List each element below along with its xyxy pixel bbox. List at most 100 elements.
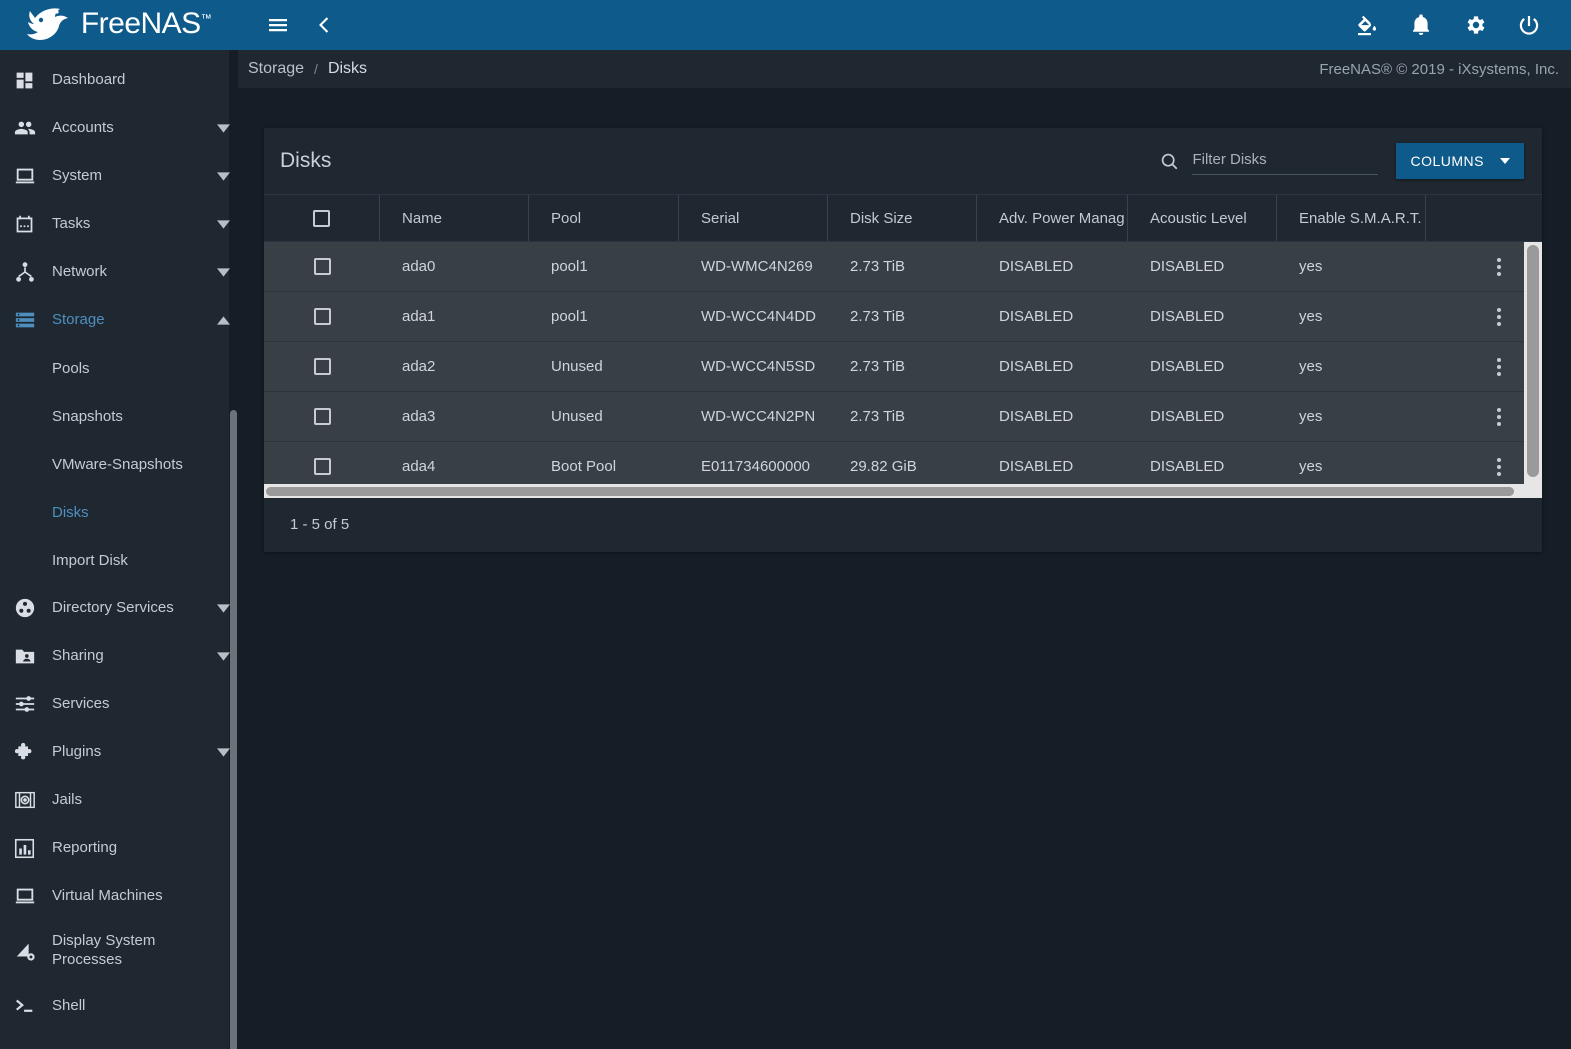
table-vertical-scrollbar-track[interactable] [1524, 242, 1542, 498]
table-row[interactable]: ada0 pool1 WD-WMC4N269 2.73 TiB DISABLED… [264, 242, 1542, 292]
sidebar-subitem-import-disk[interactable]: Import Disk [0, 536, 238, 584]
directory-services-icon [14, 597, 52, 619]
column-header-adv-power-management[interactable]: Adv. Power Manag [977, 195, 1128, 241]
sidebar-item-directory-services[interactable]: Directory Services [0, 584, 238, 632]
puzzle-icon [14, 741, 52, 763]
breadcrumb-item-storage[interactable]: Storage [248, 60, 304, 78]
trademark-symbol: ™ [200, 13, 212, 25]
sidebar-subitem-disks[interactable]: Disks [0, 488, 238, 536]
column-header-serial[interactable]: Serial [679, 195, 828, 241]
sharing-folder-icon [14, 645, 52, 667]
column-header-name[interactable]: Name [380, 195, 529, 241]
pagination-range: 1 - 5 of 5 [290, 515, 350, 533]
cell-serial: WD-WCC4N5SD [701, 358, 816, 375]
sidebar-item-jails[interactable]: Jails [0, 776, 238, 824]
table-horizontal-scrollbar-thumb[interactable] [266, 487, 1514, 496]
chevron-down-icon[interactable] [208, 123, 238, 133]
breadcrumb-item-disks[interactable]: Disks [328, 60, 367, 78]
sidebar-subitem-label: Snapshots [52, 407, 123, 425]
storage-stack-icon [14, 309, 52, 331]
terminal-prompt-icon [14, 995, 52, 1017]
table-vertical-scrollbar-thumb[interactable] [1527, 245, 1539, 477]
more-options-icon[interactable] [1497, 257, 1501, 276]
sidebar-item-plugins[interactable]: Plugins [0, 728, 238, 776]
column-header-enable-smart[interactable]: Enable S.M.A.R.T. [1277, 195, 1426, 241]
row-checkbox[interactable] [313, 258, 331, 275]
more-options-icon[interactable] [1497, 307, 1501, 326]
sidebar-nav: root Dashboard Accounts System [0, 50, 238, 1049]
chevron-down-icon[interactable] [208, 651, 238, 661]
sidebar-item-label: Display System Processes [52, 932, 156, 968]
chevron-down-icon[interactable] [208, 171, 238, 181]
row-checkbox[interactable] [313, 408, 331, 425]
network-tree-icon [14, 261, 52, 283]
chevron-down-icon[interactable] [208, 267, 238, 277]
sidebar-subitem-label: Import Disk [52, 551, 128, 569]
chevron-up-icon[interactable] [208, 315, 238, 325]
sidebar-item-display-system-processes[interactable]: Display System Processes [0, 920, 238, 982]
search-input[interactable] [1192, 147, 1379, 175]
cell-enable-smart: yes [1299, 308, 1323, 325]
sidebar-item-storage[interactable]: Storage [0, 296, 238, 344]
cell-name: ada2 [402, 358, 436, 375]
brand-logo-area[interactable]: FreeNAS™ [0, 0, 238, 50]
sidebar-item-sharing[interactable]: Sharing [0, 632, 238, 680]
sidebar-subitem-pools[interactable]: Pools [0, 344, 238, 392]
notifications-bell-icon[interactable] [1405, 9, 1437, 41]
more-options-icon[interactable] [1497, 407, 1501, 426]
row-select-cell [264, 392, 380, 441]
sidebar-subitem-vmware-snapshots[interactable]: VMware-Snapshots [0, 440, 238, 488]
search-icon[interactable] [1159, 151, 1180, 172]
sidebar-item-dashboard[interactable]: Dashboard [0, 56, 238, 104]
sidebar-item-virtual-machines[interactable]: Virtual Machines [0, 872, 238, 920]
disks-card: Disks COLUMNS Name Pool Se [264, 128, 1542, 552]
sidebar-subitem-snapshots[interactable]: Snapshots [0, 392, 238, 440]
cell-adv-power-management: DISABLED [999, 308, 1074, 325]
column-header-pool[interactable]: Pool [529, 195, 679, 241]
freenas-fish-logo-icon [26, 8, 68, 40]
more-options-icon[interactable] [1497, 457, 1501, 476]
filter-disks-group [1159, 147, 1379, 175]
column-header-disk-size[interactable]: Disk Size [828, 195, 977, 241]
cell-pool: pool1 [551, 308, 588, 325]
sidebar-item-network[interactable]: Network [0, 248, 238, 296]
row-select-cell [264, 342, 380, 391]
chevron-down-icon[interactable] [208, 747, 238, 757]
main-content: Disks COLUMNS Name Pool Se [238, 88, 1571, 1049]
theme-picker-icon[interactable] [1351, 9, 1383, 41]
breadcrumb: Storage / Disks [248, 60, 367, 78]
cell-pool: Unused [551, 408, 603, 425]
sidebar-item-system[interactable]: System [0, 152, 238, 200]
sidebar-item-accounts[interactable]: Accounts [0, 104, 238, 152]
select-all-checkbox[interactable] [313, 209, 330, 227]
table-row[interactable]: ada2 Unused WD-WCC4N5SD 2.73 TiB DISABLE… [264, 342, 1542, 392]
sidebar-item-label: Sharing [52, 647, 104, 665]
cell-acoustic-level: DISABLED [1150, 408, 1225, 425]
cell-acoustic-level: DISABLED [1150, 308, 1225, 325]
sidebar-item-tasks[interactable]: Tasks [0, 200, 238, 248]
more-options-icon[interactable] [1497, 357, 1501, 376]
row-checkbox[interactable] [313, 458, 331, 475]
copyright-text: FreeNAS® © 2019 - iXsystems, Inc. [1319, 60, 1559, 78]
settings-gear-icon[interactable] [1459, 9, 1491, 41]
chevron-down-icon[interactable] [208, 603, 238, 613]
sidebar-item-label: Services [52, 695, 110, 713]
sidebar-item-label: Directory Services [52, 599, 174, 617]
sidebar-item-reporting[interactable]: Reporting [0, 824, 238, 872]
row-checkbox[interactable] [313, 308, 331, 325]
hamburger-menu-icon[interactable] [262, 9, 294, 41]
table-row[interactable]: ada3 Unused WD-WCC4N2PN 2.73 TiB DISABLE… [264, 392, 1542, 442]
table-row[interactable]: ada1 pool1 WD-WCC4N4DD 2.73 TiB DISABLED… [264, 292, 1542, 342]
sidebar-item-services[interactable]: Services [0, 680, 238, 728]
column-header-acoustic-level[interactable]: Acoustic Level [1128, 195, 1277, 241]
columns-button[interactable]: COLUMNS [1396, 143, 1524, 179]
cell-adv-power-management: DISABLED [999, 408, 1074, 425]
page-title: Disks [280, 149, 332, 172]
sidebar-item-shell[interactable]: Shell [0, 982, 238, 1030]
chevron-down-icon[interactable] [208, 219, 238, 229]
column-header-actions [1426, 195, 1571, 241]
row-checkbox[interactable] [313, 358, 331, 375]
power-icon[interactable] [1513, 9, 1545, 41]
table-horizontal-scrollbar-track[interactable] [264, 484, 1542, 498]
chevron-left-icon[interactable] [310, 10, 340, 40]
